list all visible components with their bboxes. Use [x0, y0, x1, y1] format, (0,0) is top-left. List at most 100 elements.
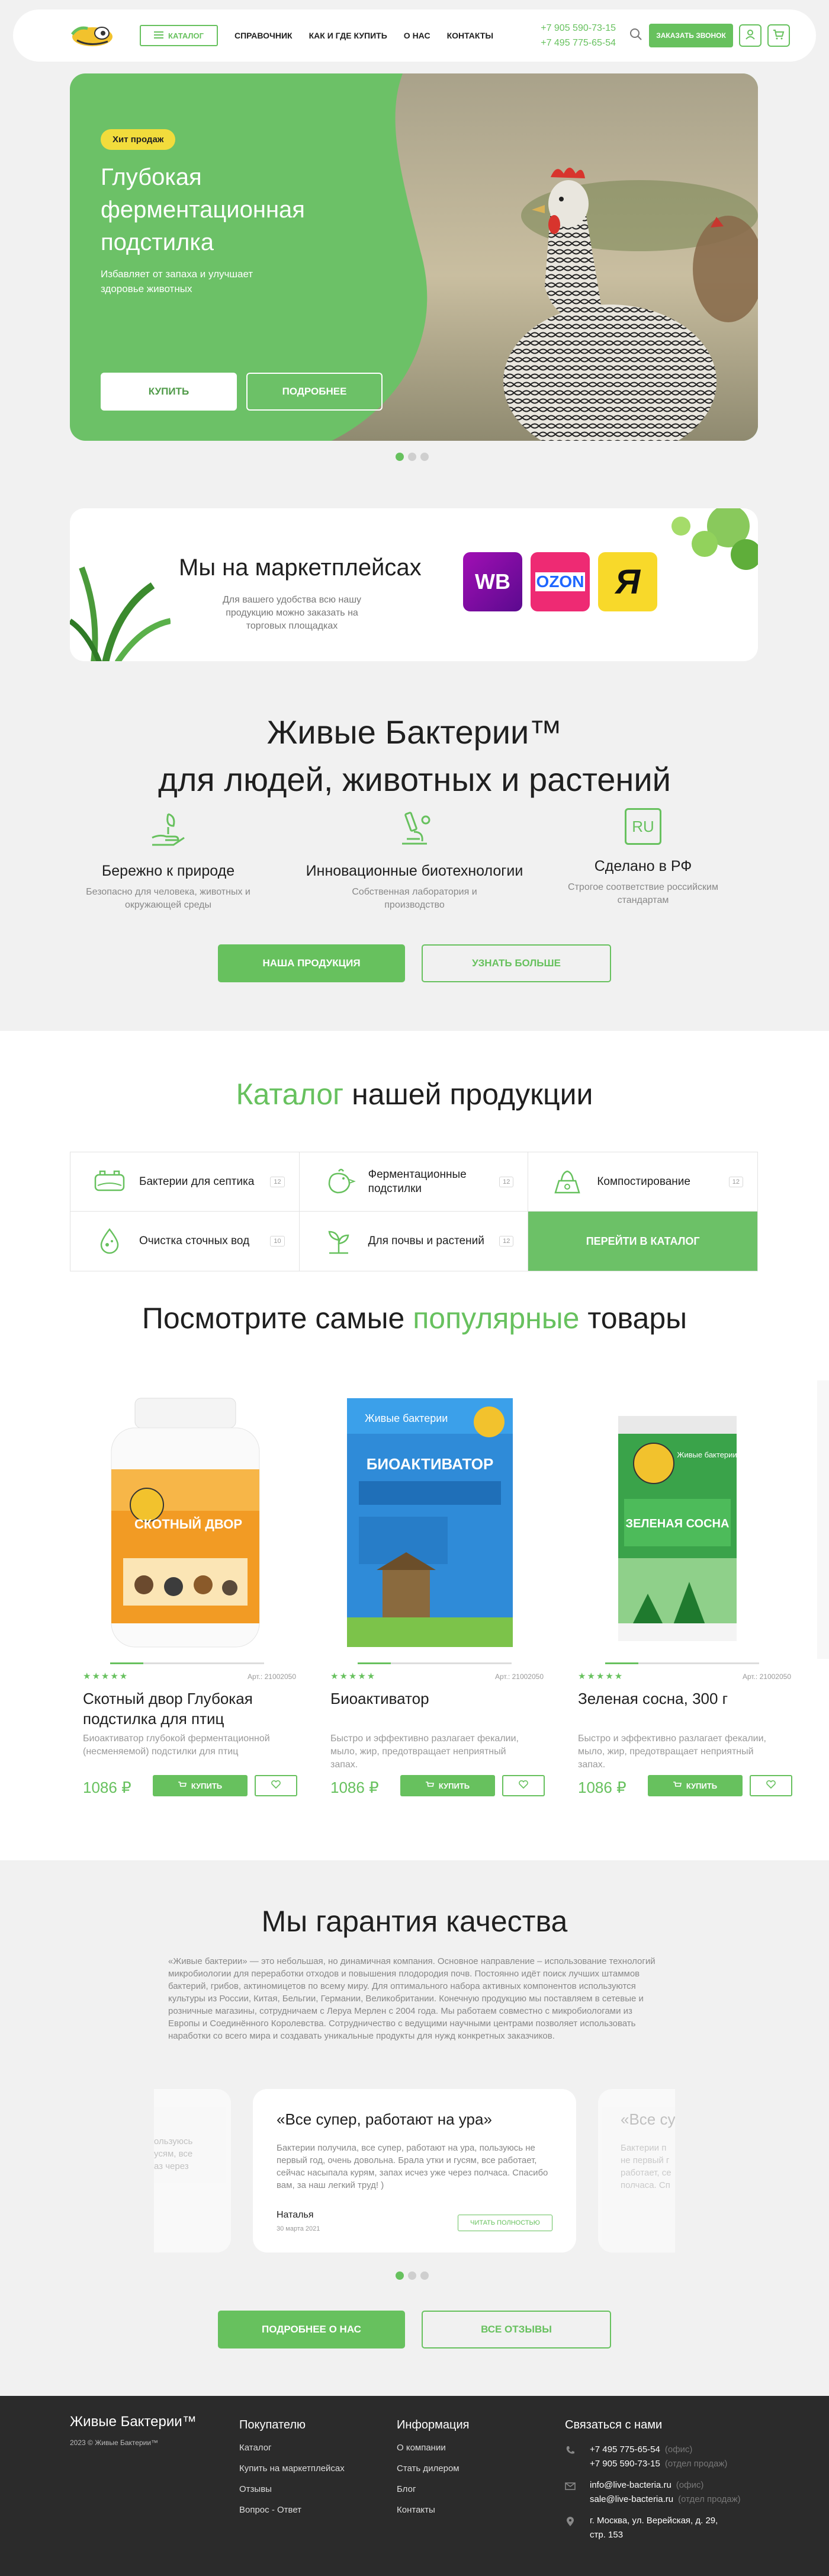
feature-title: Сделано в РФ [594, 858, 692, 874]
ozon-logo[interactable]: OZON [531, 552, 590, 611]
product-pack-label: ЗЕЛЕНАЯ СОСНА [626, 1517, 730, 1530]
category-wastewater[interactable]: Очистка сточных вод 10 [70, 1212, 300, 1271]
footer-phone-1[interactable]: +7 495 775-65-54 [590, 2444, 660, 2455]
product-card[interactable]: Живые бактерии ЗЕЛЕНАЯ СОСНА ★★★★★ Арт.:… [565, 1380, 796, 1807]
category-compost[interactable]: Компостирование 12 [528, 1152, 757, 1212]
yandex-market-logo[interactable]: Я [598, 552, 657, 611]
read-full-review-button[interactable]: Читать полностью [458, 2215, 552, 2231]
favorite-button[interactable] [255, 1775, 297, 1796]
hero-dot-3[interactable] [420, 453, 429, 461]
catalog-button-label: Каталог [168, 31, 204, 40]
feature-title: Бережно к природе [101, 863, 235, 879]
phone-icon [565, 2445, 576, 2456]
cart-icon [773, 29, 785, 43]
more-about-us-button[interactable]: Подробнее о нас [218, 2311, 405, 2348]
wildberries-logo[interactable]: WB [463, 552, 522, 611]
product-article: Арт.: 21002050 [495, 1673, 544, 1681]
feature-biotech: Инновационные биотехнологии Собственная … [296, 808, 533, 912]
buy-button[interactable]: Купить [400, 1775, 495, 1796]
search-icon[interactable] [629, 27, 643, 44]
cart-button[interactable] [767, 24, 790, 47]
our-products-button[interactable]: Наша продукция [218, 944, 405, 982]
cart-icon [178, 1781, 187, 1790]
header-phone-2[interactable]: +7 495 775-65-54 [541, 36, 616, 50]
footer-emails: info@live-bacteria.ru (офис) sale@live-ba… [565, 2478, 766, 2507]
reviews-dot-2[interactable] [408, 2271, 416, 2280]
product-price: 1086 ₽ [83, 1779, 131, 1796]
hero-buy-button[interactable]: Купить [101, 373, 237, 411]
prev-review-fragment: аз через [154, 2161, 189, 2171]
go-to-catalog-button[interactable]: Перейти в каталог [528, 1212, 757, 1271]
review-author: Наталья [277, 2210, 314, 2220]
order-call-button[interactable]: Заказать звонок [649, 24, 733, 47]
marketplaces-subtitle: Для вашего удобства всю нашу продукцию м… [222, 595, 362, 631]
footer-link[interactable]: Контакты [397, 2505, 469, 2515]
feature-text: Собственная лаборатория и производство [352, 887, 477, 910]
heart-icon [519, 1780, 528, 1792]
nav-about[interactable]: О нас [404, 31, 430, 40]
reviews-dot-3[interactable] [420, 2271, 429, 2280]
category-bedding[interactable]: Ферментационные подстилки 12 [299, 1152, 529, 1212]
product-description: Быстро и эффективно разлагает фекалии, м… [330, 1734, 519, 1770]
review-card: «Все супер, работают на ура» Бактерии по… [253, 2089, 576, 2253]
product-card[interactable]: Живые бактерии БИОАКТИВАТОР ★★★★★ Арт.: … [317, 1380, 548, 1807]
catalog-button[interactable]: Каталог [140, 25, 218, 46]
review-card-prev[interactable]: ользуюсь усям, все аз через [154, 2074, 231, 2263]
heart-icon [271, 1780, 281, 1792]
review-card-next[interactable]: «Все су Бактерии п не первый г работает,… [598, 2074, 675, 2263]
heart-icon [766, 1780, 776, 1792]
footer-link[interactable]: Купить на маркетплейсах [239, 2463, 345, 2474]
header-phone-1[interactable]: +7 905 590-73-15 [541, 21, 616, 36]
footer-copyright: 2023 © Живые Бактерии™ [70, 2439, 159, 2447]
nav-reference[interactable]: Справочник [234, 31, 293, 40]
footer-link[interactable]: Отзывы [239, 2484, 345, 2494]
account-button[interactable] [739, 24, 761, 47]
footer-col-info: Информация О компании Стать дилером Блог… [397, 2418, 469, 2526]
hero-more-button[interactable]: Подробнее [246, 373, 383, 411]
footer-link[interactable]: Блог [397, 2484, 469, 2494]
logo[interactable] [66, 23, 120, 49]
product-card[interactable]: СКОТНЫЙ ДВОР ★★★★★ Арт.: 21002050 Скотны… [70, 1380, 301, 1807]
next-product-peek [817, 1380, 829, 1659]
category-septic[interactable]: Бактерии для септика 12 [70, 1152, 300, 1212]
nav-contacts[interactable]: Контакты [447, 31, 493, 40]
category-count: 12 [499, 1176, 514, 1187]
footer-phone-1-note: (офис) [664, 2444, 693, 2455]
learn-more-button[interactable]: Узнать больше [422, 944, 611, 982]
category-soil[interactable]: Для почвы и растений 12 [300, 1212, 529, 1271]
footer-email-1[interactable]: info@live-bacteria.ru [590, 2480, 671, 2490]
hero-subtitle: Избавляет от запаха и улучшает здоровье … [101, 268, 253, 294]
footer-col-title: Связаться с нами [565, 2418, 663, 2431]
wildberries-logo-text: WB [475, 569, 510, 594]
category-label: Очистка сточных вод [139, 1235, 250, 1247]
buy-button[interactable]: Купить [648, 1775, 743, 1796]
hero-dot-1[interactable] [396, 453, 404, 461]
favorite-button[interactable] [750, 1775, 792, 1796]
product-article: Арт.: 21002050 [743, 1673, 791, 1681]
image-indicator [110, 1662, 264, 1664]
footer-link[interactable]: Каталог [239, 2443, 345, 2453]
footer-link[interactable]: Стать дилером [397, 2463, 469, 2474]
buy-button[interactable]: Купить [153, 1775, 248, 1796]
footer-col-title: Информация [397, 2418, 470, 2431]
product-name[interactable]: Скотный двор Глубокая подстилка для птиц [83, 1689, 278, 1729]
footer-address-text: г. Москва, ул. Верейская, д. 29, стр. 15… [590, 2516, 718, 2540]
all-reviews-button[interactable]: Все отзывы [422, 2311, 611, 2348]
nav-how-to-buy[interactable]: Как и где купить [309, 31, 387, 40]
image-indicator [605, 1662, 759, 1664]
footer-phone-2[interactable]: +7 905 590-73-15 [590, 2459, 660, 2469]
footer-link[interactable]: О компании [397, 2443, 469, 2453]
footer-link[interactable]: Вопрос - Ответ [239, 2505, 345, 2515]
yandex-market-logo-text: Я [615, 562, 641, 601]
footer-phones: +7 495 775-65-54 (офис) +7 905 590-73-15 (… [565, 2443, 766, 2471]
reviews-dot-1[interactable] [396, 2271, 404, 2280]
hero-title: Глубокая ферментационная подстилка [101, 164, 305, 255]
septic-tank-icon [92, 1167, 127, 1197]
product-name[interactable]: Биоактиватор [330, 1689, 526, 1709]
footer-email-2[interactable]: sale@live-bacteria.ru [590, 2494, 673, 2504]
popular-title-pre: Посмотрите самые [142, 1302, 405, 1335]
hero-dot-2[interactable] [408, 453, 416, 461]
product-name[interactable]: Зеленая сосна, 300 г [578, 1689, 773, 1709]
catalog-title: Каталог нашей продукции [0, 1077, 829, 1111]
favorite-button[interactable] [502, 1775, 545, 1796]
